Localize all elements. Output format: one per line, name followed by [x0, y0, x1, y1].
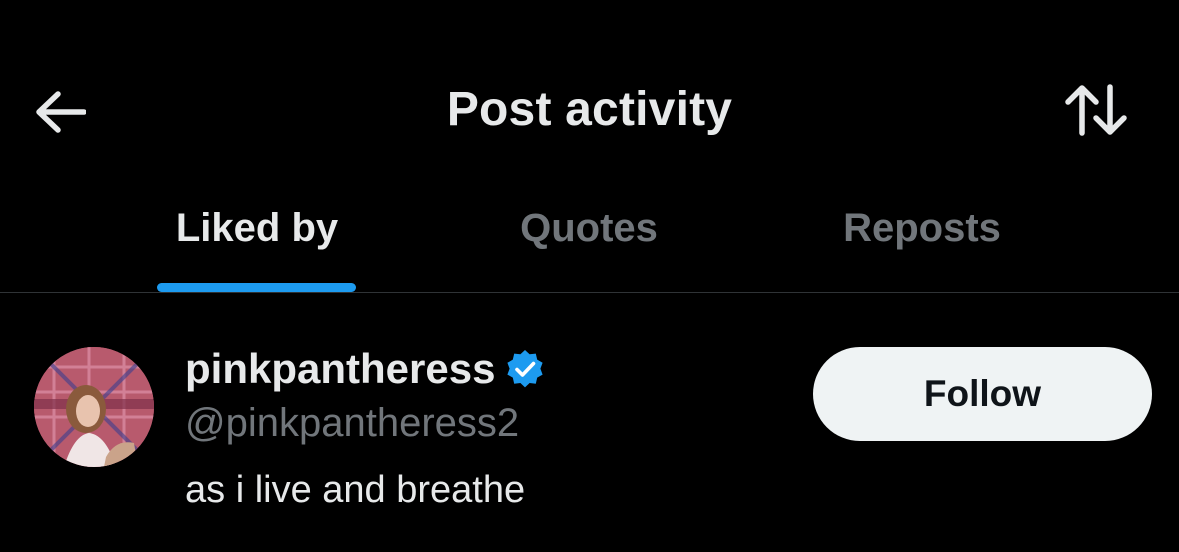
display-name: pinkpantheress	[185, 345, 496, 392]
tab-reposts[interactable]: Reposts	[800, 202, 1044, 292]
back-button[interactable]	[30, 84, 90, 140]
tab-label: Liked by	[175, 206, 339, 250]
arrow-left-icon	[36, 91, 86, 133]
tab-label: Quotes	[520, 206, 658, 250]
avatar-image	[34, 347, 154, 467]
tab-bar: Liked by Quotes Reposts	[0, 190, 1179, 292]
active-tab-indicator	[157, 283, 356, 292]
list-item[interactable]: pinkpantheress @pinkpantheress2 as i liv…	[0, 293, 1179, 552]
verified-badge-icon	[505, 349, 545, 389]
tab-quotes[interactable]: Quotes	[470, 202, 708, 292]
tab-label: Reposts	[843, 206, 1001, 250]
user-bio: as i live and breathe	[185, 469, 526, 511]
sort-button[interactable]	[1060, 80, 1132, 140]
follow-button[interactable]: Follow	[813, 347, 1152, 441]
user-handle[interactable]: @pinkpantheress2	[185, 401, 519, 446]
display-name-line[interactable]: pinkpantheress	[185, 345, 545, 393]
page-title: Post activity	[446, 83, 733, 136]
tab-liked-by[interactable]: Liked by	[140, 202, 374, 292]
sort-arrows-icon	[1065, 84, 1127, 136]
avatar[interactable]	[34, 347, 154, 467]
top-bar: Post activity	[0, 0, 1179, 200]
